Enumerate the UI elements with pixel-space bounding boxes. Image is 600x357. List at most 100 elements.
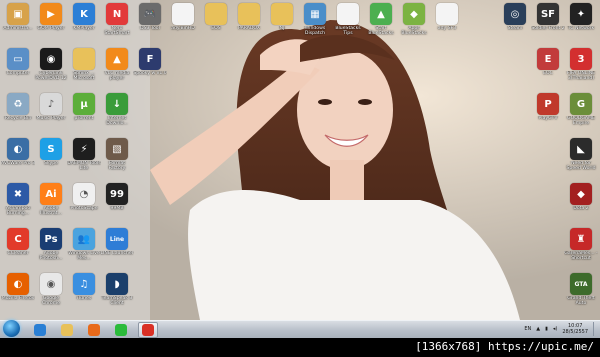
desktop-shortcut-cyberlink[interactable]: ◉ CyberLink PowerDVD 12 bbox=[34, 48, 68, 82]
desktop-shortcut-label: NJ bbox=[279, 26, 285, 31]
desktop-shortcut-label: Need for Speed World bbox=[566, 161, 596, 172]
desktop-shortcut-ady-sf3[interactable]: ady SF3 bbox=[430, 3, 464, 37]
desktop-shortcut-playgtv[interactable]: P PlayGTV bbox=[531, 93, 565, 127]
desktop-shortcut-start-game[interactable]: N Nero StartSmart bbox=[100, 3, 134, 37]
desktop-shortcut-garena[interactable]: ♜ GarenaMes... - Shortcut bbox=[564, 228, 598, 262]
desktop-shortcut-ashampoo[interactable]: ✖ Ashampoo Burning... bbox=[1, 183, 35, 217]
desktop-shortcut-itunes[interactable]: ♫ iTunes bbox=[67, 273, 101, 307]
desktop-shortcut-eos[interactable]: EOS bbox=[199, 3, 233, 37]
desktop-shortcut-skype[interactable]: S Skype bbox=[34, 138, 68, 172]
desktop-shortcut-label: iTunes bbox=[76, 296, 92, 301]
desktop-shortcut-99[interactable]: 99 99MB bbox=[100, 183, 134, 217]
start-button[interactable] bbox=[3, 320, 20, 337]
desktop-shortcut-internet-download[interactable]: ↓ Internet Downlo... bbox=[100, 93, 134, 127]
desktop-shortcut-illustrator[interactable]: Ai Adobe Illustrat... bbox=[34, 183, 68, 217]
desktop-shortcut-firefox[interactable]: ◐ Mozilla Firefox bbox=[1, 273, 35, 307]
desktop-shortcut-label: BlueStacks Tips bbox=[335, 26, 361, 37]
desktop-shortcut-label: PlayGTV bbox=[538, 116, 558, 121]
skype-icon: S bbox=[40, 138, 62, 160]
desktop-shortcut-cheat-engine[interactable]: ◐ AVCWare Pro 3 bbox=[1, 138, 35, 172]
media-player-icon bbox=[88, 324, 100, 336]
desktop-shortcut-ady-file[interactable]: ady.BinHD bbox=[166, 3, 200, 37]
recycle-bin-icon: ♻ bbox=[7, 93, 29, 115]
desktop-shortcut-bluestacks[interactable]: ▲ Start BlueStacks bbox=[364, 3, 398, 37]
desktop-shortcut-label: EOC bbox=[543, 71, 553, 76]
desktop-shortcut-microsoft[interactable]: Sphinx ... Microsoft bbox=[67, 48, 101, 82]
desktop-shortcut-vlc[interactable]: ▲ VLC media player bbox=[100, 48, 134, 82]
desktop-shortcut-ds4tool[interactable]: 🎮 DS3 Tool bbox=[133, 3, 167, 37]
desktop-shortcut-n[interactable]: NJ bbox=[265, 3, 299, 37]
ccleaner-icon: C bbox=[7, 228, 29, 250]
network-icon[interactable]: ▮ bbox=[545, 326, 548, 332]
camera-icon: ◐ bbox=[7, 138, 29, 160]
desktop-shortcut-label: Computer bbox=[6, 71, 30, 76]
desktop-shortcut-line[interactable]: Line LINE Launcher bbox=[100, 228, 134, 262]
document-icon bbox=[337, 3, 359, 25]
taskbar-item-media[interactable] bbox=[84, 322, 104, 338]
desktop-shortcut-recycle-bin[interactable]: ♻ Recycle Bin bbox=[1, 93, 35, 127]
desktop-shortcut-label: Grand Theft Auto bbox=[567, 296, 595, 307]
bluestacks-icon: ▲ bbox=[370, 3, 392, 25]
taskbar-item-chrome[interactable] bbox=[138, 322, 158, 338]
desktop-shortcut-format-factory[interactable]: ▧ Format Factory bbox=[100, 138, 134, 172]
desktop-shortcut-soldier-front[interactable]: SF Soldier Front 2 bbox=[531, 3, 565, 37]
playgtv-icon: P bbox=[537, 93, 559, 115]
clock[interactable]: 10:07 28/5/2557 bbox=[562, 323, 588, 335]
taskbar bbox=[0, 320, 600, 339]
spooky-icon: F bbox=[139, 48, 161, 70]
powerdvd-icon: ◉ bbox=[40, 48, 62, 70]
tray-arrow-icon[interactable]: ▲ bbox=[536, 326, 540, 332]
desktop-shortcut-bluestacks-file[interactable]: BlueStacks Tips bbox=[331, 3, 365, 37]
desktop-shortcut-label: ady.BinHD bbox=[171, 26, 195, 31]
show-desktop-button[interactable] bbox=[593, 322, 598, 336]
desktop-shortcut-label: ady SF3 bbox=[437, 26, 457, 31]
taskbar-item-files[interactable] bbox=[57, 322, 77, 338]
desktop-shortcut-photoscape[interactable]: ◔ PhotoScape bbox=[67, 183, 101, 217]
desktop-shortcut-utorrent[interactable]: µ µTorrent bbox=[67, 93, 101, 127]
folder-icon bbox=[271, 3, 293, 25]
language-indicator[interactable]: EN bbox=[524, 326, 531, 332]
desktop-shortcut-goodgame[interactable]: G GOODGAME Empire bbox=[564, 93, 598, 127]
desktop-shortcut-label: Ashampoo Burning... bbox=[5, 206, 31, 217]
desktop-shortcut-label: Nero StartSmart bbox=[104, 26, 130, 37]
nero-icon: N bbox=[106, 3, 128, 25]
desktop-shortcut-label: KMPlayer bbox=[73, 26, 95, 31]
desktop-shortcut-gom-player[interactable]: ▶ GOM Player bbox=[34, 3, 68, 37]
format-factory-icon: ▧ bbox=[106, 138, 128, 160]
desktop-shortcut-daemon-tools[interactable]: ⚡ DAEMON Tools Lite bbox=[67, 138, 101, 172]
desktop-shortcut-teamspeak[interactable]: ◗ TeamSpeak 3 Client bbox=[100, 273, 134, 307]
desktop-shortcut-tcnetwork[interactable]: ✦ TC Network bbox=[564, 3, 598, 37]
desktop-shortcut-gta[interactable]: GTA Grand Theft Auto bbox=[564, 273, 598, 307]
steam-icon: ◎ bbox=[504, 3, 526, 25]
desktop-shortcut-windows-live[interactable]: 👥 Windows Live Mes... bbox=[67, 228, 101, 262]
volume-icon[interactable]: ◂) bbox=[553, 326, 557, 332]
document-icon bbox=[436, 3, 458, 25]
gta-icon: GTA bbox=[570, 273, 592, 295]
desktop-shortcut-music-player[interactable]: ♪ Music Player bbox=[34, 93, 68, 127]
desktop-shortcut-ccleaner[interactable]: C CCleaner bbox=[1, 228, 35, 262]
desktop-shortcut-steam[interactable]: ◎ Steam bbox=[498, 3, 532, 37]
desktop-shortcut-nfs[interactable]: ◣ Need for Speed World bbox=[564, 138, 598, 172]
desktop-shortcut-windows-disp[interactable]: ▦ Windows Dispatch bbox=[298, 3, 332, 37]
bluestacks-apps-icon: ◆ bbox=[403, 3, 425, 25]
desktop-shortcut-administrator[interactable]: ▣ Administra... bbox=[1, 3, 35, 37]
desktop[interactable]: ▣ Administra... ▶ GOM Player K KMPlayer N Nero … bbox=[0, 0, 600, 320]
itunes-icon: ♫ bbox=[73, 273, 95, 295]
desktop-shortcut-photoshop[interactable]: Ps Adobe Photosh... bbox=[34, 228, 68, 262]
desktop-shortcut-kmplayer[interactable]: K KMPlayer bbox=[67, 3, 101, 37]
taskbar-item-explorer[interactable] bbox=[30, 322, 50, 338]
desktop-shortcut-paradox[interactable]: PARADOX bbox=[232, 3, 266, 37]
desktop-shortcut-eoc[interactable]: E EOC bbox=[531, 48, 565, 82]
eoc-icon: E bbox=[537, 48, 559, 70]
nfs-icon: ◣ bbox=[570, 138, 592, 160]
desktop-shortcut-chrome[interactable]: ◉ Google Chrome bbox=[34, 273, 68, 307]
taskbar-item-line[interactable] bbox=[111, 322, 131, 338]
desktop-shortcut-computer[interactable]: ▭ Computer bbox=[1, 48, 35, 82]
garena-icon: ♜ bbox=[570, 228, 592, 250]
tc-network-icon: ✦ bbox=[570, 3, 592, 25]
desktop-shortcut-dota2[interactable]: ◆ Dota 2 bbox=[564, 183, 598, 217]
desktop-shortcut-bluestacks2[interactable]: ◆ Apps BlueStacks bbox=[397, 3, 431, 37]
desktop-shortcut-label: Internet Downlo... bbox=[106, 116, 128, 127]
desktop-shortcut-fifa[interactable]: 3 FIFA ONLINE 3(Thailand) bbox=[564, 48, 598, 82]
desktop-shortcut-spooky[interactable]: F Spooky w v1.0 bbox=[133, 48, 167, 82]
